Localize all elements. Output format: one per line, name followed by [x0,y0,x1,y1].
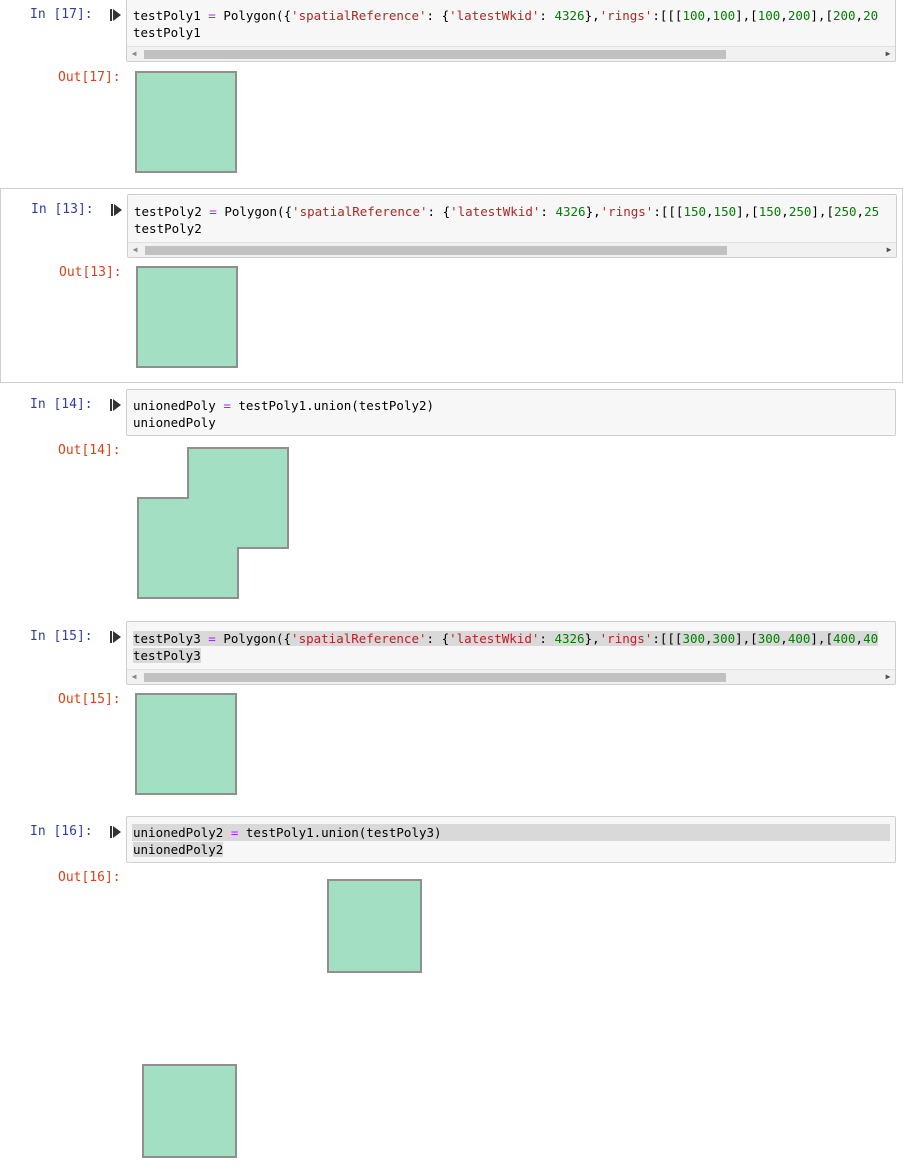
polygon-output [135,71,237,173]
scroll-left-icon[interactable]: ◀ [128,243,142,257]
code-input[interactable]: testPoly3 = Polygon({'spatialReference':… [126,621,896,685]
polygon-output [137,447,289,599]
output-prompt: Out[16]: [58,870,121,885]
output-prompt: Out[15]: [58,692,121,707]
run-cell-icon[interactable] [110,825,122,839]
notebook-cell-16[interactable]: In [16]: unionedPoly2 = testPoly1.union(… [0,813,903,1173]
code-input[interactable]: testPoly2 = Polygon({'spatialReference':… [127,194,897,258]
horizontal-scrollbar[interactable]: ◀ ▶ [127,46,895,61]
scrollbar-thumb[interactable] [144,50,726,59]
input-prompt: In [17]: [30,7,93,22]
code-line-1: unionedPoly2 = testPoly1.union(testPoly3… [133,825,442,840]
scroll-right-icon[interactable]: ▶ [881,47,895,61]
union-polygon-shape [137,447,289,599]
run-cell-icon[interactable] [110,8,122,22]
output-prompt: Out[13]: [59,265,122,280]
notebook-cell-14[interactable]: In [14]: unionedPoly = testPoly1.union(t… [0,388,903,613]
scrollbar-thumb[interactable] [145,246,727,255]
code-input[interactable]: unionedPoly2 = testPoly1.union(testPoly3… [126,816,896,863]
output-prompt: Out[17]: [58,70,121,85]
scroll-left-icon[interactable]: ◀ [127,670,141,684]
output-prompt: Out[14]: [58,443,121,458]
code-line-1: testPoly2 = Polygon({'spatialReference':… [134,204,880,219]
polygon-part-upper [327,879,422,973]
polygon-part-lower [142,1064,237,1158]
input-prompt: In [16]: [30,824,93,839]
input-prompt: In [14]: [30,397,93,412]
code-input[interactable]: unionedPoly = testPoly1.union(testPoly2)… [126,389,896,436]
notebook-cell-15[interactable]: In [15]: testPoly3 = Polygon({'spatialRe… [0,618,903,808]
code-input[interactable]: testPoly1 = Polygon({'spatialReference':… [126,0,896,62]
input-prompt: In [15]: [30,629,93,644]
code-line-2: unionedPoly [133,415,216,430]
polygon-shape [136,266,238,368]
scroll-right-icon[interactable]: ▶ [881,670,895,684]
scroll-right-icon[interactable]: ▶ [882,243,896,257]
code-line-2: testPoly3 [133,648,201,663]
code-line-2: testPoly1 [133,25,201,40]
multipolygon-output [142,879,422,1158]
polygon-shape [135,693,237,795]
horizontal-scrollbar[interactable]: ◀ ▶ [128,242,896,257]
polygon-shape [135,71,237,173]
code-line-1: testPoly1 = Polygon({'spatialReference':… [133,8,879,23]
notebook-cell-17[interactable]: In [17]: testPoly1 = Polygon({'spatialRe… [0,0,903,185]
run-cell-icon[interactable] [111,203,123,217]
scroll-left-icon[interactable]: ◀ [127,47,141,61]
scrollbar-thumb[interactable] [144,673,726,682]
horizontal-scrollbar[interactable]: ◀ ▶ [127,669,895,684]
run-cell-icon[interactable] [110,398,122,412]
run-cell-icon[interactable] [110,630,122,644]
notebook-cell-13[interactable]: In [13]: testPoly2 = Polygon({'spatialRe… [0,188,903,383]
code-line-2: unionedPoly2 [133,842,224,857]
code-line-2: testPoly2 [134,221,202,236]
code-line-1: unionedPoly = testPoly1.union(testPoly2) [133,398,435,413]
polygon-output [136,266,238,368]
polygon-output [135,693,237,795]
input-prompt: In [13]: [31,202,94,217]
code-line-1: testPoly3 = Polygon({'spatialReference':… [133,631,879,646]
